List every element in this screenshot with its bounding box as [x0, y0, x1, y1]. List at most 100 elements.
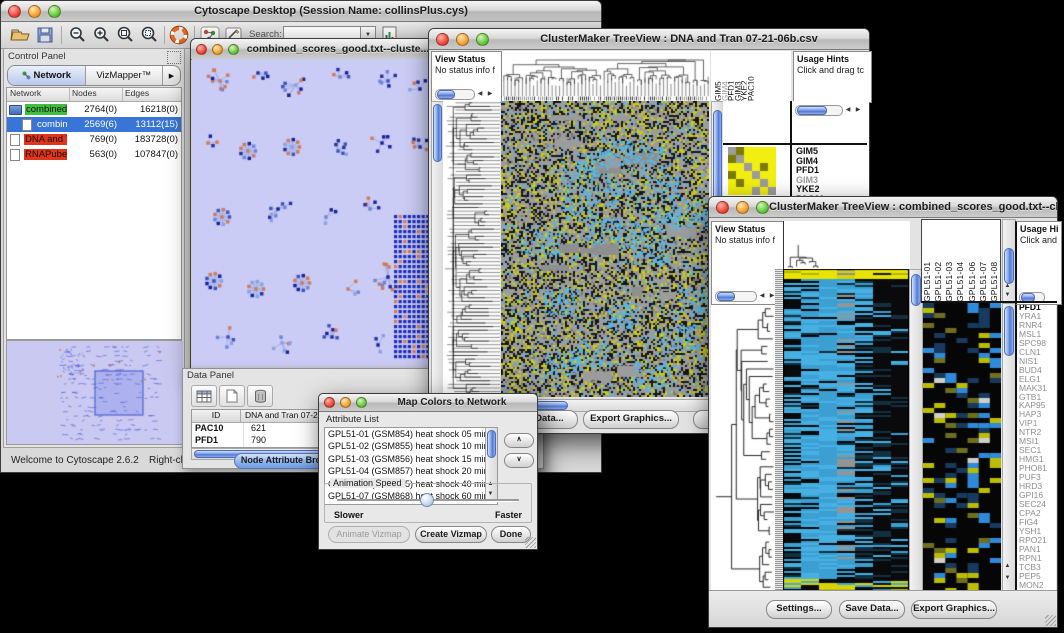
scrollbar-thumb[interactable]	[911, 274, 921, 306]
help-lifesaver-icon[interactable]	[169, 25, 191, 45]
save-icon[interactable]	[35, 25, 57, 45]
scrollbar-thumb[interactable]	[797, 106, 827, 115]
treeview1-titlebar[interactable]: ClusterMaker TreeView : DNA and Tran 07-…	[429, 29, 869, 50]
scroll-down-icon[interactable]: ▼	[1003, 574, 1012, 583]
heatmap-canvas[interactable]	[783, 269, 909, 591]
network-overview[interactable]	[6, 340, 182, 445]
column-dendrogram-canvas[interactable]	[783, 221, 910, 269]
network-overview-canvas[interactable]	[7, 341, 183, 444]
maximize-icon[interactable]	[356, 397, 367, 408]
select-attributes-icon[interactable]	[191, 385, 217, 407]
tab-vizmapper[interactable]: VizMapper™	[86, 66, 164, 85]
scroll-right-icon[interactable]: ▶	[485, 89, 495, 99]
toolbar-separator	[164, 26, 165, 44]
open-file-icon[interactable]	[9, 25, 31, 45]
edges-count: 13112(15)	[120, 119, 181, 130]
label-area-scrollbar[interactable]: ▲ ▼	[1002, 219, 1016, 303]
minimize-icon[interactable]	[456, 33, 469, 46]
tab-overflow-button[interactable]: ▶	[163, 66, 180, 85]
scroll-right-icon[interactable]: ▶	[853, 105, 863, 115]
gene-list-scrollbar[interactable]: ▲ ▼	[1002, 303, 1016, 593]
header-network[interactable]: Network	[7, 88, 70, 101]
header-id[interactable]: ID	[192, 410, 241, 422]
zoom-heatmap-canvas[interactable]	[923, 303, 1001, 591]
row-dendrogram-canvas[interactable]	[711, 305, 775, 591]
header-edges[interactable]: Edges	[123, 88, 181, 101]
export-graphics-button[interactable]: Export Graphics...	[911, 600, 997, 619]
zoom-heatmap-canvas[interactable]	[728, 147, 776, 195]
network-table-row[interactable]: combined_scores2764(0)16218(0)	[7, 102, 181, 117]
zoom-out-icon[interactable]	[67, 25, 89, 45]
scrollbar-thumb[interactable]	[437, 90, 455, 99]
scrollbar-thumb[interactable]	[717, 292, 735, 301]
scrollbar-thumb[interactable]	[433, 104, 442, 162]
usage-hints-title: Usage Hi	[1020, 224, 1061, 235]
network-table-row[interactable]: DNA and Tran 07769(0)183728(0)	[7, 132, 181, 147]
dialog-titlebar[interactable]: Map Colors to Network	[319, 394, 537, 412]
scrollbar-thumb[interactable]	[1004, 306, 1014, 356]
speed-slider-thumb[interactable]	[420, 493, 434, 507]
resize-grip[interactable]	[1045, 615, 1056, 626]
attribute-list-item[interactable]: GPL51-03 (GSM856) heat shock 15 min	[325, 453, 497, 465]
usage-hints-panel: Usage Hi Click and	[1015, 221, 1062, 305]
column-dendrogram-canvas[interactable]	[501, 51, 710, 101]
view-status-scrollbar[interactable]: ◀ ▶	[435, 89, 495, 99]
treeview2-titlebar[interactable]: ClusterMaker TreeView : combined_scores_…	[709, 197, 1057, 218]
attribute-list-item[interactable]: GPL51-02 (GSM855) heat shock 10 min	[325, 440, 497, 452]
zoom-fit-icon[interactable]	[115, 25, 137, 45]
close-icon[interactable]	[8, 5, 21, 18]
zoom-in-icon[interactable]	[91, 25, 113, 45]
treeview2-title: ClusterMaker TreeView : combined_scores_…	[769, 201, 1057, 213]
tab-network[interactable]: Network	[8, 66, 86, 85]
network-canvas[interactable]	[192, 59, 436, 367]
export-graphics-button[interactable]: Export Graphics...	[583, 410, 679, 429]
maximize-icon[interactable]	[756, 201, 769, 214]
network-table-row[interactable]: RNAPuberNov2+563(0)107847(0)	[7, 147, 181, 162]
view-status-info: No status info f	[435, 65, 503, 75]
settings-button[interactable]: Settings...	[766, 600, 832, 619]
maximize-icon[interactable]	[476, 33, 489, 46]
header-nodes[interactable]: Nodes	[70, 88, 123, 101]
scroll-up-icon[interactable]: ▲	[1003, 562, 1012, 571]
scroll-down-icon[interactable]: ▼	[1003, 291, 1012, 300]
create-vizmap-button[interactable]: Create Vizmap	[415, 526, 487, 543]
maximize-icon[interactable]	[228, 44, 239, 55]
attribute-list-item[interactable]: GPL51-04 (GSM857) heat shock 20 min	[325, 465, 497, 477]
new-attribute-icon[interactable]	[219, 385, 245, 407]
network-view-titlebar[interactable]: combined_scores_good.txt--cluste...	[191, 39, 437, 60]
main-titlebar[interactable]: Cytoscape Desktop (Session Name: collins…	[1, 1, 601, 22]
animate-vizmap-button: Animate Vizmap	[328, 526, 410, 543]
delete-attribute-trash-icon[interactable]	[247, 385, 273, 407]
heatmap-canvas[interactable]	[501, 101, 709, 397]
save-data-button[interactable]: Save Data...	[839, 600, 905, 619]
minimize-icon[interactable]	[212, 44, 223, 55]
attribute-list-item[interactable]: GPL51-01 (GSM854) heat shock 05 min	[325, 428, 497, 440]
close-icon[interactable]	[324, 397, 335, 408]
scroll-left-icon[interactable]: ◀	[475, 89, 485, 99]
network-table-row[interactable]: combined_sco2569(6)13112(15)	[7, 117, 181, 132]
label-scrollbar[interactable]: ◀ ▶	[795, 105, 865, 115]
move-down-button[interactable]: ∨	[504, 453, 534, 468]
move-up-button[interactable]: ∧	[504, 433, 534, 448]
scrollbar-thumb[interactable]	[1004, 248, 1014, 284]
scrollbar-thumb[interactable]	[487, 430, 496, 458]
view-status-scrollbar[interactable]: ◀ ▶	[715, 291, 777, 301]
scroll-left-icon[interactable]: ◀	[757, 291, 767, 301]
close-icon[interactable]	[436, 33, 449, 46]
zoom-selected-icon[interactable]	[139, 25, 161, 45]
gene-label[interactable]: MON2	[1019, 581, 1056, 590]
row-dendrogram-canvas[interactable]	[443, 101, 500, 397]
scroll-up-icon[interactable]: ▲	[1003, 282, 1012, 291]
treeview1-title: ClusterMaker TreeView : DNA and Tran 07-…	[489, 33, 869, 45]
maximize-icon[interactable]	[48, 5, 61, 18]
minimize-icon[interactable]	[28, 5, 41, 18]
view-status-title: View Status	[715, 224, 785, 235]
resize-grip[interactable]	[525, 537, 536, 548]
minimize-icon[interactable]	[340, 397, 351, 408]
heatmap-vertical-scrollbar[interactable]	[909, 269, 923, 593]
minimize-icon[interactable]	[736, 201, 749, 214]
float-panel-icon[interactable]	[167, 51, 181, 64]
close-icon[interactable]	[196, 44, 207, 55]
scroll-left-icon[interactable]: ◀	[843, 105, 853, 115]
close-icon[interactable]	[716, 201, 729, 214]
